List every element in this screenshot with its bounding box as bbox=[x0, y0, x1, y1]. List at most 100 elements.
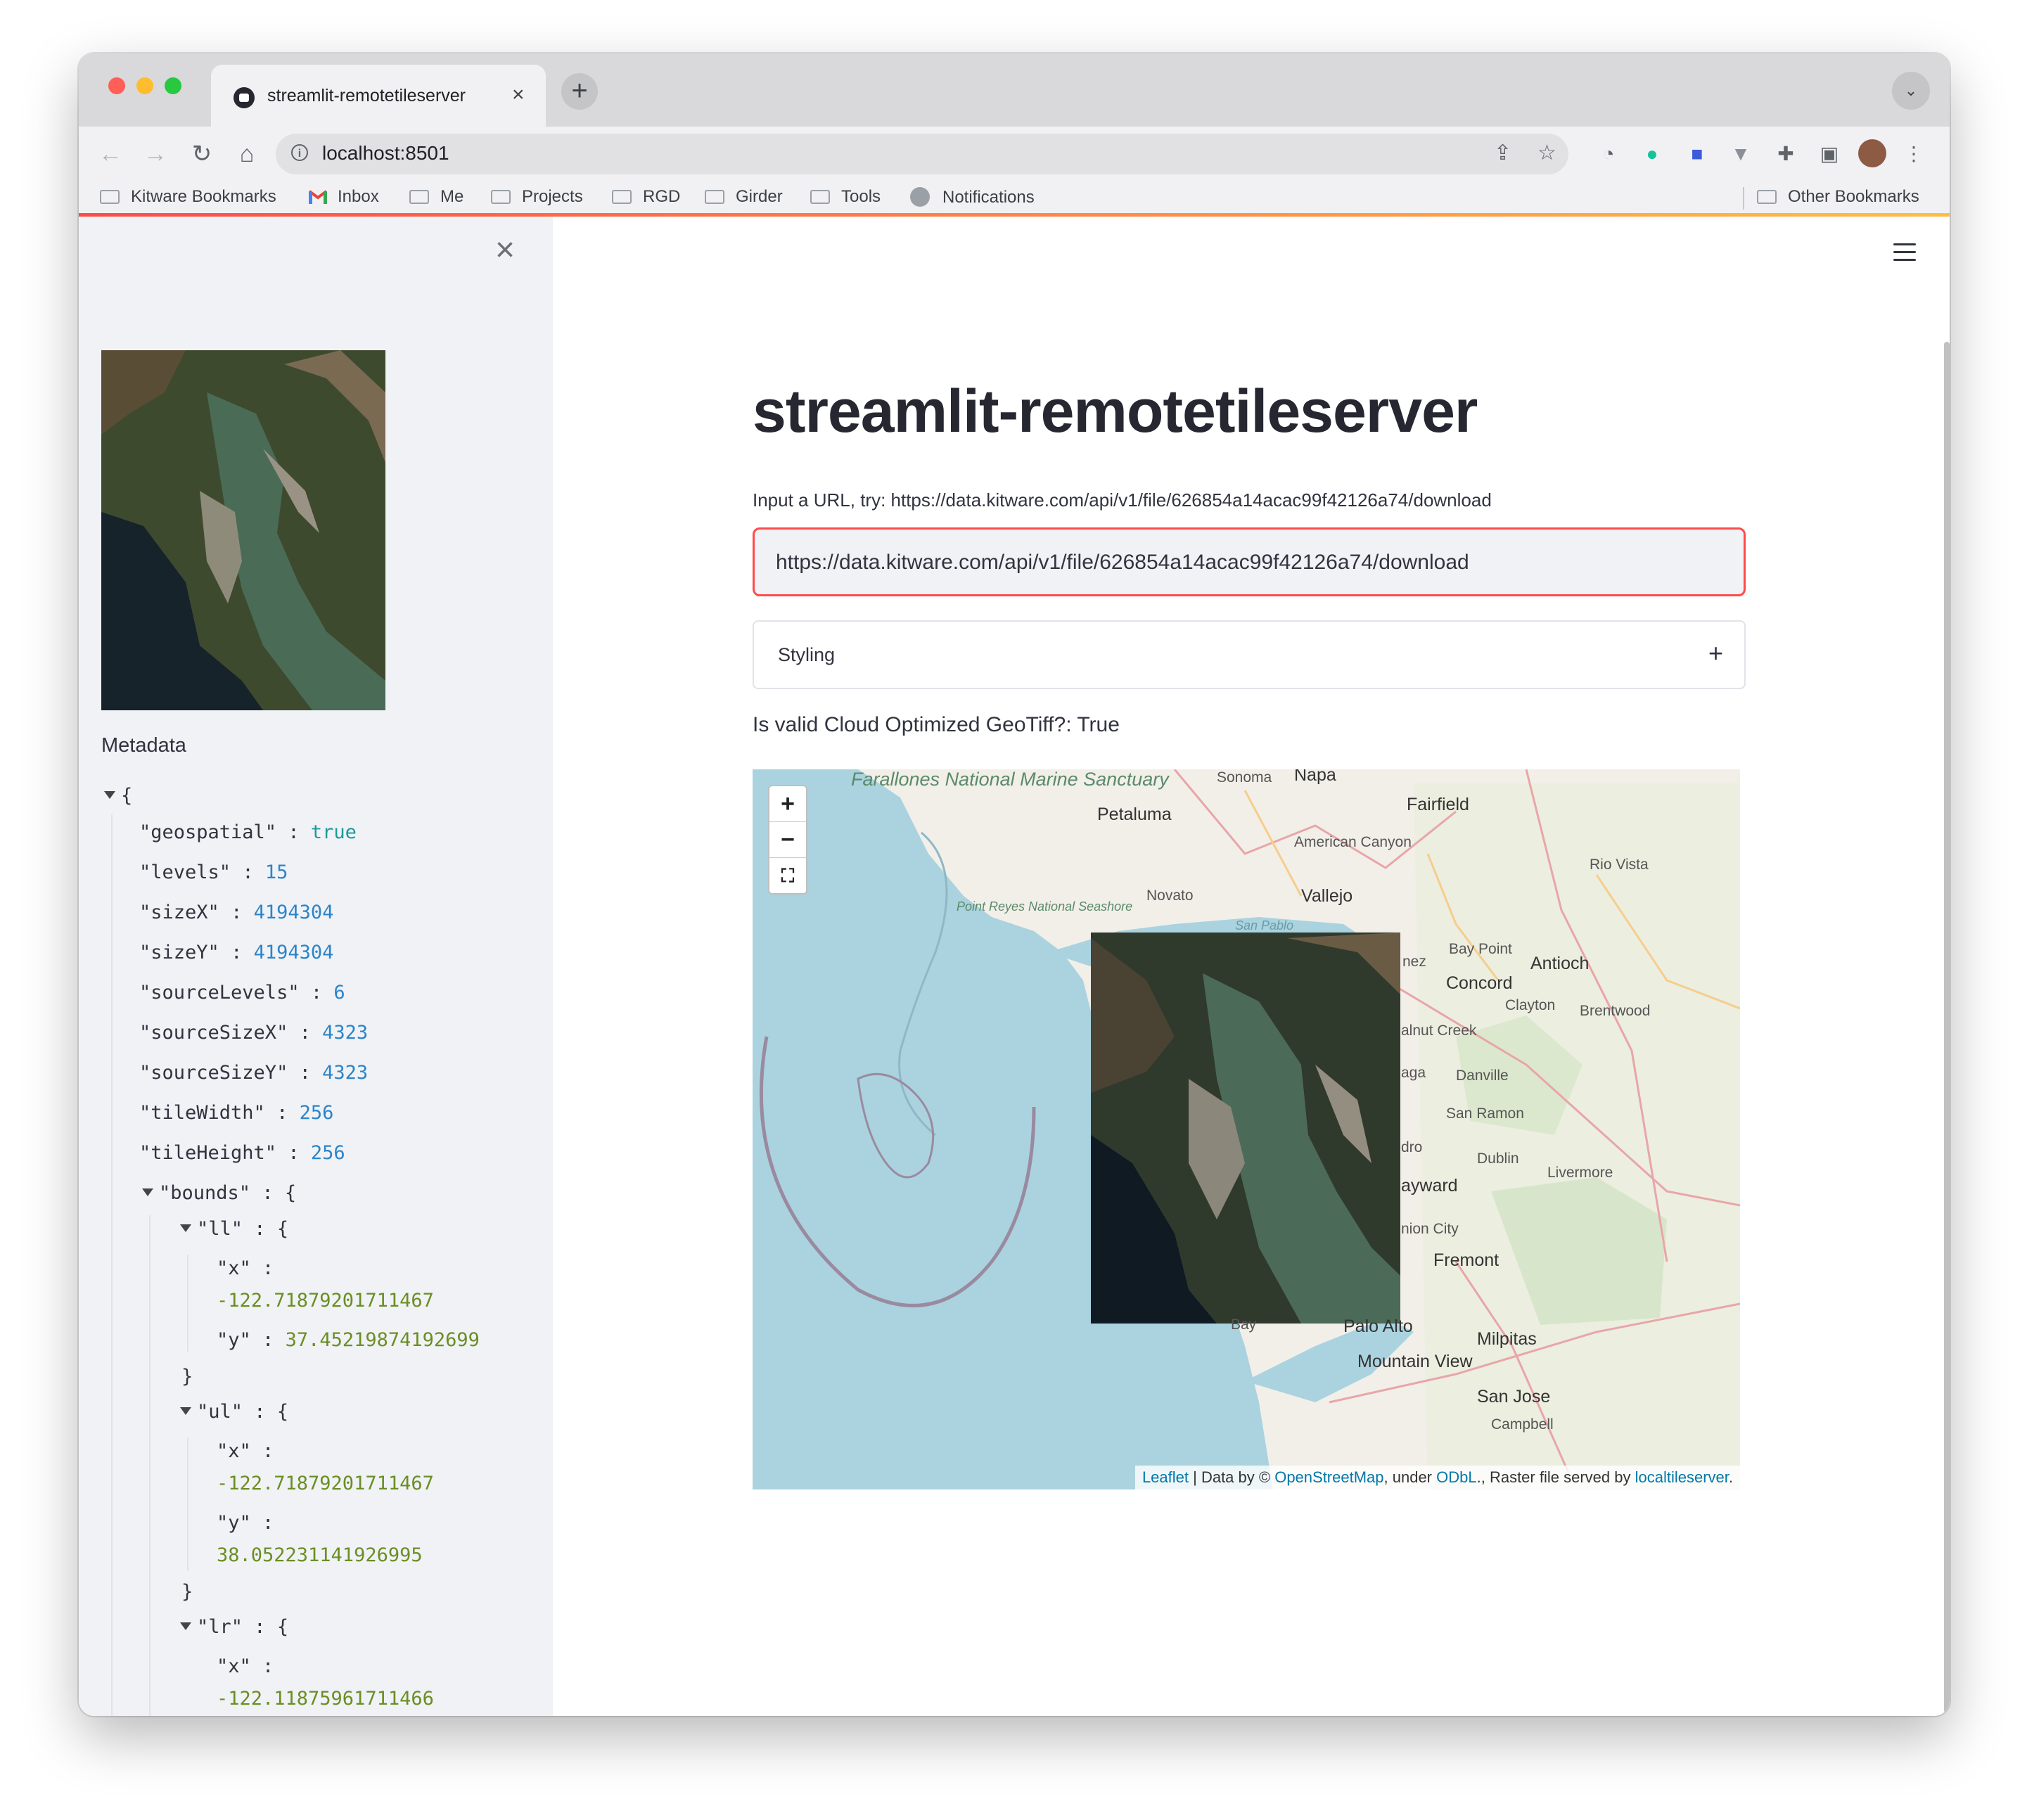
browser-tab[interactable]: streamlit-remotetileserver × bbox=[211, 65, 546, 127]
json-entry-sourcesizey: "sourceSizeY" : 4323 bbox=[139, 1062, 369, 1084]
back-arrow-icon[interactable]: ← bbox=[93, 136, 128, 172]
profile-avatar[interactable] bbox=[1858, 139, 1886, 167]
json-lr-x-value: -122.11875961711466 bbox=[217, 1688, 434, 1710]
bookmarks-divider bbox=[1743, 187, 1744, 210]
streamlit-favicon-icon bbox=[234, 87, 255, 108]
json-lr-x-key: "x" : bbox=[217, 1655, 274, 1677]
map-label-bay: Bay bbox=[1231, 1316, 1257, 1333]
folder-icon bbox=[100, 190, 120, 204]
json-ul-close: } bbox=[181, 1581, 193, 1603]
map-label-union-city: nion City bbox=[1401, 1221, 1459, 1237]
folder-icon bbox=[810, 190, 830, 204]
home-icon[interactable]: ⌂ bbox=[229, 136, 264, 172]
caret-down-icon bbox=[180, 1407, 191, 1415]
map-attribution: Leaflet | Data by © OpenStreetMap, under… bbox=[1134, 1466, 1740, 1489]
caret-down-icon bbox=[142, 1188, 153, 1196]
bookmark-girder[interactable]: Girder bbox=[705, 187, 783, 207]
new-tab-button[interactable]: + bbox=[561, 73, 598, 110]
map-label-dublin: Dublin bbox=[1477, 1151, 1519, 1167]
map-label-petaluma: Petaluma bbox=[1097, 805, 1172, 824]
json-indent-guide bbox=[187, 1437, 188, 1571]
side-panel-icon[interactable]: ▣ bbox=[1816, 141, 1843, 167]
site-info-icon[interactable]: i bbox=[291, 144, 308, 161]
map-label-san-pablo: San Pablo bbox=[1235, 918, 1294, 933]
tab-search-chevron-icon[interactable]: ⌄ bbox=[1892, 72, 1930, 110]
bookmark-star-icon[interactable]: ☆ bbox=[1537, 141, 1556, 165]
leaflet-link[interactable]: Leaflet bbox=[1142, 1468, 1189, 1486]
bookmark-me[interactable]: Me bbox=[409, 187, 463, 207]
folder-icon bbox=[705, 190, 724, 204]
map-label-novato: Novato bbox=[1146, 887, 1194, 904]
sidebar-close-icon[interactable]: × bbox=[495, 231, 515, 269]
bookmark-rgd[interactable]: RGD bbox=[612, 187, 680, 207]
odbl-link[interactable]: ODbL bbox=[1436, 1468, 1476, 1486]
caret-down-icon bbox=[180, 1224, 191, 1232]
speed-extension-icon[interactable]: ◔ bbox=[1595, 141, 1622, 167]
bookmark-projects[interactable]: Projects bbox=[491, 187, 583, 207]
json-root-toggle[interactable]: { bbox=[104, 785, 132, 807]
json-ul-y-value: 38.052231141926995 bbox=[217, 1544, 423, 1566]
osm-link[interactable]: OpenStreetMap bbox=[1274, 1468, 1383, 1486]
json-ul-y-key: "y" : bbox=[217, 1512, 274, 1534]
bookmark-inbox[interactable]: Inbox bbox=[308, 187, 379, 207]
bookmark-kitware[interactable]: Kitware Bookmarks bbox=[100, 187, 276, 207]
browser-toolbar: ← → ↻ ⌂ i localhost:8501 ⇪ ☆ ◔ ● ■ ▼ ✚ ▣… bbox=[79, 127, 1950, 181]
url-input[interactable]: https://data.kitware.com/api/v1/file/626… bbox=[753, 527, 1746, 596]
folder-icon bbox=[491, 190, 511, 204]
caret-down-icon bbox=[104, 791, 115, 799]
map-label-point-reyes: Point Reyes National Seashore bbox=[957, 899, 1133, 914]
zoom-in-button[interactable]: + bbox=[769, 786, 806, 822]
fullscreen-icon[interactable]: ⛶ bbox=[769, 858, 806, 893]
json-entry-sourcelevels: "sourceLevels" : 6 bbox=[139, 982, 345, 1004]
main-menu-icon[interactable] bbox=[1893, 243, 1916, 267]
forward-arrow-icon[interactable]: → bbox=[138, 136, 173, 172]
minimize-window-button[interactable] bbox=[136, 77, 153, 94]
map-label-rio-vista: Rio Vista bbox=[1590, 857, 1649, 873]
folder-icon bbox=[1757, 190, 1777, 204]
map-zoom-control: + − ⛶ bbox=[768, 785, 807, 895]
json-ll-toggle[interactable]: "ll" : { bbox=[180, 1218, 288, 1240]
tab-close-icon[interactable]: × bbox=[512, 83, 525, 107]
share-icon[interactable]: ⇪ bbox=[1494, 141, 1511, 165]
grammarly-extension-icon[interactable]: ● bbox=[1639, 141, 1665, 167]
map-label-san-ramon: San Ramon bbox=[1446, 1106, 1524, 1122]
vue-extension-icon[interactable]: ▼ bbox=[1727, 141, 1754, 167]
bookmark-notifications[interactable]: Notifications bbox=[910, 187, 1035, 207]
leaflet-map[interactable]: Farallones National Marine Sanctuary Poi… bbox=[753, 769, 1740, 1489]
maximize-window-button[interactable] bbox=[165, 77, 181, 94]
map-label-fairfield: Fairfield bbox=[1407, 795, 1469, 814]
json-entry-ll-y: "y" : 37.45219874192699 bbox=[217, 1329, 480, 1351]
sidebar: × Metadata { "geospatial" : true "levels… bbox=[79, 217, 553, 1716]
expand-plus-icon: + bbox=[1708, 639, 1723, 667]
extensions-puzzle-icon[interactable]: ✚ bbox=[1772, 141, 1799, 167]
cog-validity-text: Is valid Cloud Optimized GeoTiff?: True bbox=[753, 713, 1120, 736]
tab-title: streamlit-remotetileserver bbox=[267, 86, 466, 105]
reload-icon[interactable]: ↻ bbox=[184, 136, 219, 172]
localtileserver-link[interactable]: localtileserver bbox=[1635, 1468, 1729, 1486]
json-lr-toggle[interactable]: "lr" : { bbox=[180, 1616, 288, 1638]
json-entry-sourcesizex: "sourceSizeX" : 4323 bbox=[139, 1022, 369, 1044]
map-label-livermore: Livermore bbox=[1547, 1165, 1613, 1181]
url-input-value[interactable]: https://data.kitware.com/api/v1/file/626… bbox=[776, 551, 1469, 575]
json-bounds-toggle[interactable]: "bounds" : { bbox=[142, 1182, 296, 1204]
json-entry-levels: "levels" : 15 bbox=[139, 861, 288, 883]
bookmark-other[interactable]: Other Bookmarks bbox=[1757, 187, 1919, 207]
page-scrollbar[interactable] bbox=[1944, 342, 1950, 1713]
translate-extension-icon[interactable]: ■ bbox=[1684, 141, 1711, 167]
bookmark-tools[interactable]: Tools bbox=[810, 187, 881, 207]
map-label-milpitas: Milpitas bbox=[1477, 1329, 1537, 1349]
tab-strip: streamlit-remotetileserver × + ⌄ bbox=[79, 53, 1950, 127]
zoom-out-button[interactable]: − bbox=[769, 822, 806, 858]
address-bar[interactable]: i localhost:8501 ⇪ ☆ bbox=[276, 134, 1568, 174]
styling-label: Styling bbox=[778, 644, 836, 665]
browser-menu-icon[interactable]: ⋮ bbox=[1900, 141, 1927, 167]
folder-icon bbox=[612, 190, 632, 204]
github-icon bbox=[910, 187, 930, 207]
map-label-napa: Napa bbox=[1294, 769, 1336, 785]
json-ul-toggle[interactable]: "ul" : { bbox=[180, 1401, 288, 1423]
styling-expander[interactable]: Styling + bbox=[753, 620, 1746, 689]
map-label-american-canyon: American Canyon bbox=[1294, 834, 1412, 850]
close-window-button[interactable] bbox=[108, 77, 125, 94]
address-url[interactable]: localhost:8501 bbox=[322, 142, 449, 165]
json-ll-x-value: -122.71879201711467 bbox=[217, 1290, 434, 1312]
